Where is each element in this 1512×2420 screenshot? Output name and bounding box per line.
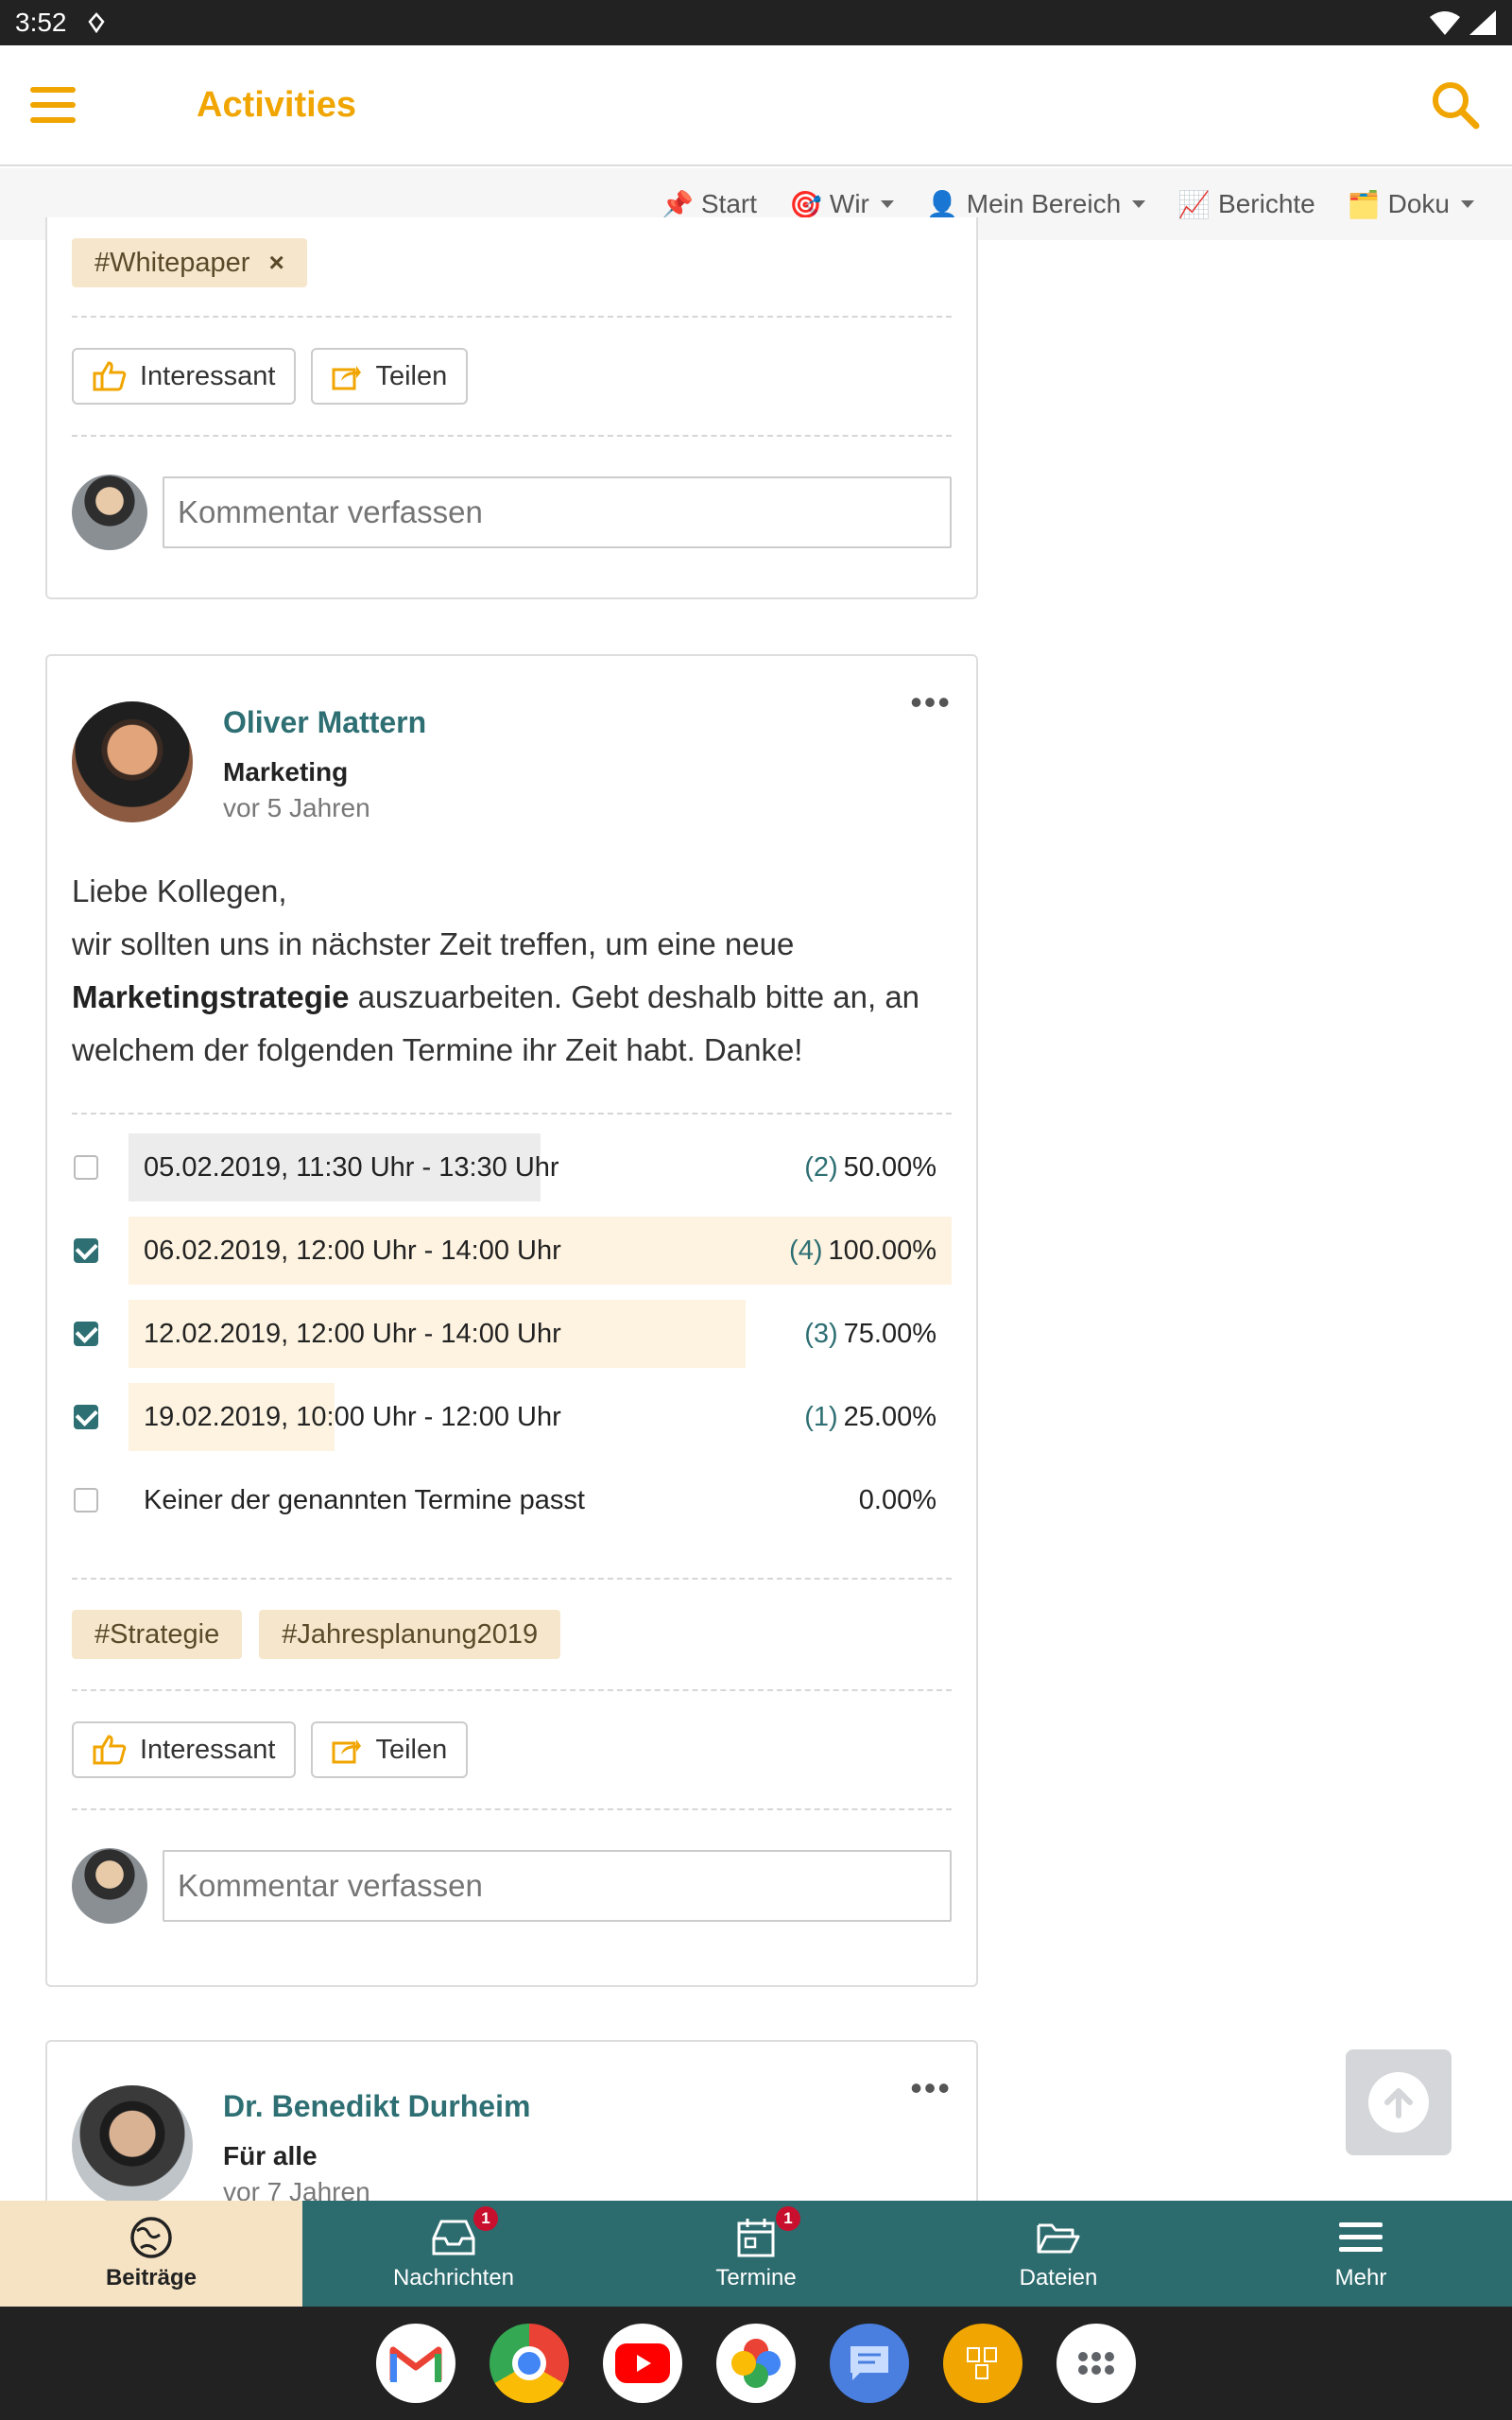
nav-berichte[interactable]: 📈 Berichte	[1177, 189, 1315, 220]
notification-badge: 1	[473, 2206, 498, 2231]
nav-wir[interactable]: 🎯 Wir	[789, 189, 894, 220]
notification-icon	[87, 12, 105, 33]
caret-down-icon	[880, 200, 894, 208]
poll-option[interactable]: 05.02.2019, 11:30 Uhr - 13:30 Uhr (2) 50.…	[72, 1133, 952, 1201]
post-card: Oliver Mattern Marketing vor 5 Jahren ••…	[45, 654, 978, 1987]
checkbox[interactable]	[74, 1405, 98, 1429]
youtube-icon[interactable]	[603, 2324, 682, 2403]
checkbox[interactable]	[74, 1322, 98, 1346]
remove-tag-icon[interactable]: ×	[268, 248, 284, 278]
share-button[interactable]: Teilen	[311, 1721, 469, 1778]
bottom-nav-dateien[interactable]: Dateien	[907, 2201, 1210, 2307]
chrome-icon[interactable]	[490, 2324, 569, 2403]
more-options-icon[interactable]: •••	[910, 683, 952, 722]
poll-option[interactable]: 12.02.2019, 12:00 Uhr - 14:00 Uhr (3) 75.…	[72, 1300, 952, 1368]
nav-mein-bereich[interactable]: 👤 Mein Bereich	[925, 189, 1146, 220]
user-icon: 👤	[925, 189, 959, 219]
poll-option[interactable]: Keiner der genannten Termine passt 0.00%	[72, 1466, 952, 1534]
nav-start[interactable]: 📌 Start	[661, 189, 757, 220]
poll-option[interactable]: 06.02.2019, 12:00 Uhr - 14:00 Uhr (4) 100…	[72, 1217, 952, 1285]
share-icon	[332, 1739, 362, 1764]
tag[interactable]: #Whitepaper ×	[72, 238, 307, 287]
comment-input[interactable]	[163, 1850, 952, 1922]
calendar-icon	[737, 2219, 775, 2257]
app-drawer-icon[interactable]	[1057, 2324, 1136, 2403]
checkbox[interactable]	[74, 1155, 98, 1180]
bottom-navigation: Beiträge 1 Nachrichten 1 Termine Dateien…	[0, 2201, 1512, 2307]
bottom-nav-beitraege[interactable]: Beiträge	[0, 2201, 302, 2307]
app-icon[interactable]	[943, 2324, 1022, 2403]
photos-icon[interactable]	[716, 2324, 796, 2403]
comment-input[interactable]	[163, 476, 952, 548]
poll: 05.02.2019, 11:30 Uhr - 13:30 Uhr (2) 50.…	[47, 1115, 976, 1578]
author-name[interactable]: Oliver Mattern	[223, 705, 426, 740]
nav-doku[interactable]: 🗂️ Doku	[1348, 189, 1474, 220]
menu-icon	[1339, 2222, 1383, 2252]
tag[interactable]: #Strategie	[72, 1610, 243, 1659]
thumbs-up-icon	[93, 361, 127, 391]
menu-icon[interactable]	[30, 87, 76, 123]
share-icon	[332, 366, 362, 390]
pin-icon: 📌	[661, 189, 694, 219]
target-icon: 🎯	[789, 189, 822, 219]
like-button[interactable]: Interessant	[72, 348, 297, 405]
thumbs-up-icon	[93, 1735, 127, 1765]
page-title: Activities	[197, 84, 356, 125]
share-button[interactable]: Teilen	[311, 348, 469, 405]
bottom-nav-mehr[interactable]: Mehr	[1210, 2201, 1512, 2307]
scroll-to-top-button[interactable]	[1346, 2049, 1452, 2155]
notification-badge: 1	[776, 2206, 800, 2231]
search-icon[interactable]	[1429, 78, 1482, 131]
globe-icon	[130, 2217, 172, 2258]
avatar	[72, 1848, 147, 1924]
post-body: Liebe Kollegen, wir sollten uns in nächs…	[72, 873, 920, 1067]
inbox-icon	[432, 2220, 475, 2256]
avatar[interactable]	[72, 2085, 193, 2206]
gmail-icon[interactable]	[376, 2324, 455, 2403]
status-time: 3:52	[15, 8, 67, 37]
audience: Marketing	[223, 757, 349, 786]
post-card: #Whitepaper × Interessant Teilen	[45, 217, 978, 599]
bottom-nav-termine[interactable]: 1 Termine	[605, 2201, 907, 2307]
chart-icon: 📈	[1177, 189, 1211, 219]
status-bar: 3:52	[0, 0, 1512, 45]
app-dock	[0, 2307, 1512, 2420]
avatar	[72, 475, 147, 550]
author-name[interactable]: Dr. Benedikt Durheim	[223, 2089, 530, 2124]
timestamp: vor 5 Jahren	[223, 793, 370, 822]
bottom-nav-nachrichten[interactable]: 1 Nachrichten	[302, 2201, 605, 2307]
folder-icon	[1037, 2223, 1080, 2254]
like-button[interactable]: Interessant	[72, 1721, 297, 1778]
more-options-icon[interactable]: •••	[910, 2068, 952, 2108]
caret-down-icon	[1461, 200, 1474, 208]
audience: Für alle	[223, 2141, 318, 2170]
checkbox[interactable]	[74, 1238, 98, 1263]
poll-option[interactable]: 19.02.2019, 10:00 Uhr - 12:00 Uhr (1) 25.…	[72, 1383, 952, 1451]
checkbox[interactable]	[74, 1488, 98, 1512]
wifi-icon	[1430, 11, 1460, 35]
signal-icon	[1469, 10, 1496, 35]
caret-down-icon	[1132, 200, 1146, 208]
arrow-up-icon	[1384, 2088, 1413, 2118]
tag[interactable]: #Jahresplanung2019	[259, 1610, 561, 1659]
bold-text: Marketingstrategie	[72, 979, 350, 1014]
app-bar: Activities	[0, 45, 1512, 166]
messages-icon[interactable]	[830, 2324, 909, 2403]
folder-icon: 🗂️	[1347, 189, 1381, 219]
avatar[interactable]	[72, 701, 193, 822]
